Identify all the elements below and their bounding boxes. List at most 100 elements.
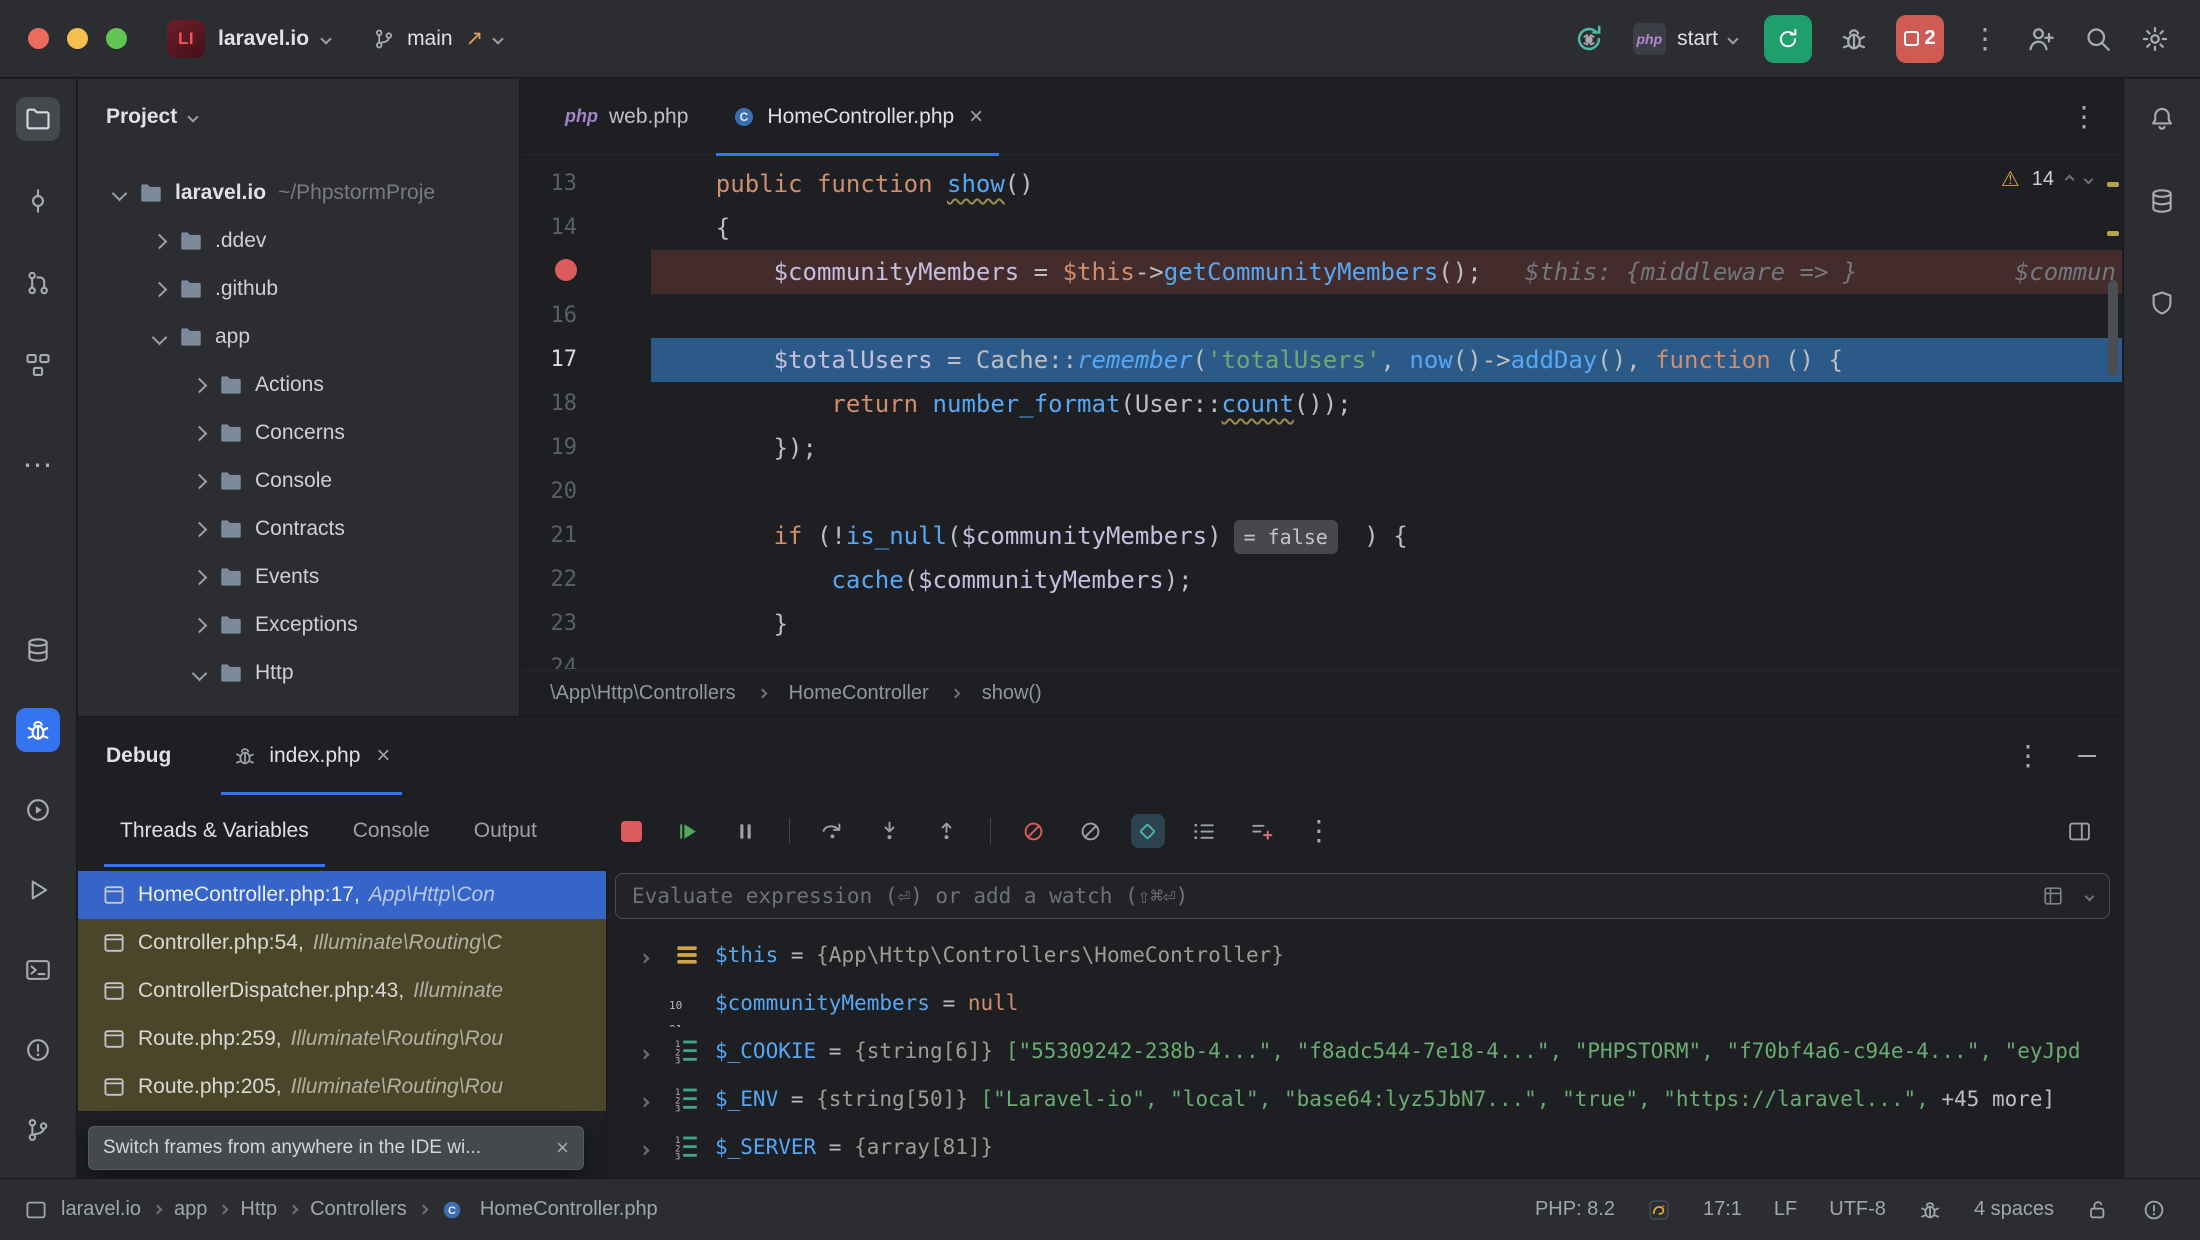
tree-item-Http[interactable]: Http: [78, 649, 519, 697]
code-area[interactable]: 13 public function show()14 { $community…: [521, 156, 2122, 669]
php-version-widget[interactable]: PHP: 8.2: [1535, 1198, 1615, 1221]
qodana-tool-button[interactable]: [2140, 281, 2184, 325]
evaluate-expression-input[interactable]: Evaluate expression (⏎) or add a watch (…: [615, 873, 2110, 919]
tree-item-Concerns[interactable]: Concerns: [78, 409, 519, 457]
project-panel-header[interactable]: Project: [78, 79, 519, 155]
settings-button[interactable]: [2140, 24, 2170, 54]
tab-threads-variables[interactable]: Threads & Variables: [98, 795, 331, 867]
tree-item-Events[interactable]: Events: [78, 553, 519, 601]
variable-row-$_ENV[interactable]: 123$_ENV = {string[50]} ["Laravel-io", "…: [607, 1075, 2122, 1123]
tab-homecontroller-php[interactable]: C HomeController.php ×: [710, 79, 1005, 155]
warning-stripe-mark[interactable]: [2107, 231, 2119, 236]
indent-widget[interactable]: 4 spaces: [1974, 1198, 2054, 1221]
run-tool-button[interactable]: [16, 868, 60, 912]
breadcrumb-item[interactable]: \App\Http\Controllers: [543, 682, 743, 705]
frame-row[interactable]: HomeController.php:17,App\Http\Con: [78, 871, 606, 919]
frame-row[interactable]: Route.php:259,Illuminate\Routing\Rou: [78, 1015, 606, 1063]
frame-row[interactable]: Route.php:205,Illuminate\Routing\Rou: [78, 1063, 606, 1111]
code-with-me-button[interactable]: [2026, 24, 2056, 54]
commit-tool-button[interactable]: [16, 179, 60, 223]
chevron-right-icon[interactable]: [152, 281, 168, 297]
status-crumb[interactable]: Controllers: [303, 1198, 414, 1221]
variable-row-$communityMembers[interactable]: 1001$communityMembers = null: [607, 979, 2122, 1027]
chevron-right-icon[interactable]: [192, 425, 208, 441]
unlock-icon[interactable]: [2086, 1198, 2110, 1222]
project-tool-button[interactable]: [16, 97, 60, 141]
debug-more-button[interactable]: ⋮: [1302, 814, 1336, 848]
line-number-22[interactable]: 22: [521, 558, 651, 602]
line-number-16[interactable]: 16: [521, 294, 651, 338]
step-into-button[interactable]: [873, 814, 907, 848]
line-number-19[interactable]: 19: [521, 426, 651, 470]
warning-stripe-mark[interactable]: [2107, 182, 2119, 187]
tree-item-Exceptions[interactable]: Exceptions: [78, 601, 519, 649]
expression-history-icon[interactable]: [2042, 885, 2064, 907]
chevron-right-icon[interactable]: [152, 233, 168, 249]
debugger-status-icon[interactable]: [1918, 1198, 1942, 1222]
debug-button[interactable]: [1839, 24, 1869, 54]
structure-tool-button[interactable]: [16, 343, 60, 387]
run-configuration-selector[interactable]: php start: [1633, 23, 1738, 55]
database-tool-button[interactable]: [16, 628, 60, 672]
chevron-right-icon[interactable]: [192, 473, 208, 489]
variable-row-$this[interactable]: $this = {App\Http\Controllers\HomeContro…: [607, 931, 2122, 979]
previous-warning-button[interactable]: [2065, 175, 2075, 185]
tree-item-Actions[interactable]: Actions: [78, 361, 519, 409]
layout-settings-button[interactable]: [2062, 814, 2096, 848]
line-number-21[interactable]: 21: [521, 514, 651, 558]
zoom-window-button[interactable]: [106, 28, 127, 49]
frame-row[interactable]: Controller.php:54,Illuminate\Routing\C: [78, 919, 606, 967]
chevron-right-icon[interactable]: [641, 1087, 669, 1111]
hide-inline-values-button[interactable]: [1074, 814, 1108, 848]
tree-item-Contracts[interactable]: Contracts: [78, 505, 519, 553]
editor-scrollbar[interactable]: [2108, 280, 2118, 376]
debug-session-tab[interactable]: index.php ×: [215, 717, 408, 795]
line-number-20[interactable]: 20: [521, 470, 651, 514]
database-tool-button-right[interactable]: [2140, 179, 2184, 223]
breadcrumb-item[interactable]: show(): [975, 682, 1049, 705]
editor-options-button[interactable]: ⋮: [2070, 103, 2098, 131]
rerun-button[interactable]: [1764, 15, 1812, 63]
chevron-down-icon[interactable]: [192, 665, 208, 681]
tree-item-.ddev[interactable]: .ddev: [78, 217, 519, 265]
line-number-18[interactable]: 18: [521, 382, 651, 426]
step-out-button[interactable]: [930, 814, 964, 848]
line-number-24[interactable]: 24: [521, 646, 651, 669]
hide-panel-button[interactable]: [2078, 755, 2096, 757]
stop-process-button[interactable]: [615, 814, 649, 848]
chevron-right-icon[interactable]: [192, 569, 208, 585]
resume-button[interactable]: [672, 814, 706, 848]
notifications-button[interactable]: [2140, 97, 2184, 141]
mute-breakpoints-button[interactable]: [1017, 814, 1051, 848]
exclamation-icon[interactable]: [2142, 1198, 2166, 1222]
terminal-tool-button[interactable]: [16, 948, 60, 992]
stop-button[interactable]: 2: [1896, 15, 1944, 63]
inspection-widget[interactable]: ⚠ 14: [2001, 167, 2092, 192]
chevron-down-icon[interactable]: [2085, 891, 2095, 901]
line-number-15[interactable]: [521, 250, 651, 294]
more-tools-button[interactable]: ⋯: [16, 443, 60, 487]
breakpoint-icon[interactable]: [555, 259, 577, 281]
search-everywhere-button[interactable]: [2083, 24, 2113, 54]
debug-options-button[interactable]: ⋮: [2014, 742, 2042, 770]
project-widget[interactable]: LI laravel.io: [167, 20, 330, 58]
more-actions-button[interactable]: ⋮: [1971, 25, 1999, 53]
close-icon[interactable]: ×: [969, 103, 983, 131]
chevron-down-icon[interactable]: [112, 185, 128, 201]
tree-item-laravel.io[interactable]: laravel.io~/PhpstormProje: [78, 169, 519, 217]
branch-widget[interactable]: main ↗: [372, 26, 502, 51]
line-separator-widget[interactable]: LF: [1774, 1198, 1797, 1221]
close-icon[interactable]: ×: [546, 1135, 569, 1161]
variables-list[interactable]: $this = {App\Http\Controllers\HomeContro…: [607, 919, 2122, 1171]
status-crumb[interactable]: Http: [233, 1198, 284, 1221]
status-crumb[interactable]: laravel.io: [54, 1198, 148, 1221]
line-number-14[interactable]: 14: [521, 206, 651, 250]
show-variables-button[interactable]: [1188, 814, 1222, 848]
version-control-tool-button[interactable]: [16, 1108, 60, 1152]
status-crumb[interactable]: app: [167, 1198, 214, 1221]
tree-item-Console[interactable]: Console: [78, 457, 519, 505]
tab-console[interactable]: Console: [331, 795, 452, 867]
debug-tool-button[interactable]: [16, 708, 60, 752]
services-tool-button[interactable]: [16, 788, 60, 832]
line-number-13[interactable]: 13: [521, 162, 651, 206]
